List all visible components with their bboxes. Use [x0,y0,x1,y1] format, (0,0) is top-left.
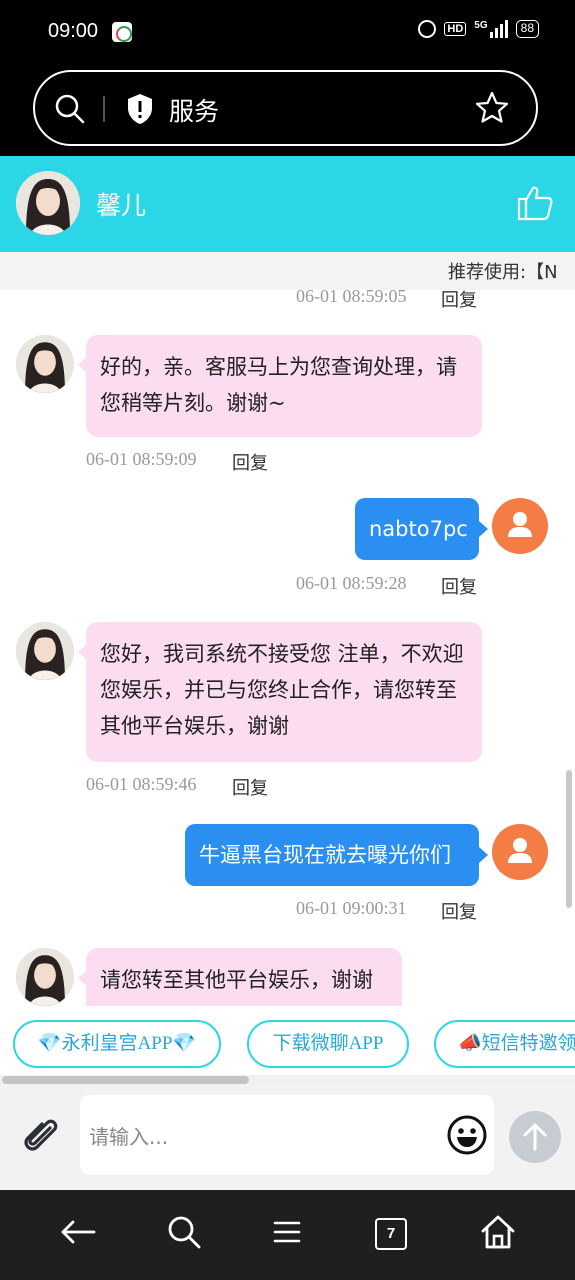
tabs-button[interactable]: 7 [375,1218,407,1250]
signal-icon [489,20,508,38]
status-indicators: HD 5G 88 [418,20,539,38]
reply-link[interactable]: 回复 [441,898,477,924]
notice-text: 推荐使用:【N [448,262,558,283]
quick-links-bar: 💎永利皇宫APP💎 下载微聊APP 📣短信特邀领 [0,1006,575,1084]
message-input-area: 请输入... [0,1085,575,1190]
message-input[interactable]: 请输入... [80,1095,494,1175]
send-button[interactable] [509,1111,561,1163]
shield-icon[interactable] [125,92,155,130]
agent-name: 馨儿 [96,191,147,220]
quick-link-button[interactable]: 📣短信特邀领 [434,1020,575,1068]
status-time: 09:00 [48,20,99,42]
user-avatar [492,824,548,880]
agent-message-bubble: 您好，我司系统不接受您 注单，不欢迎您娱乐，并已与您终止合作，请您转至其他平台娱… [78,622,482,762]
user-avatar [492,498,548,554]
alarm-icon [418,20,437,38]
star-icon[interactable] [474,90,510,130]
browser-bar: 服务 [0,64,575,156]
agent-message-avatar [16,335,74,393]
quick-links-scrollbar[interactable] [2,1076,249,1084]
message-time: 06-01 08:59:09 [86,449,197,469]
address-divider [103,96,105,122]
emoji-icon[interactable] [446,1114,488,1160]
reply-link[interactable]: 回复 [441,290,477,312]
agent-message-bubble: 好的，亲。客服马上为您查询处理，请您稍等片刻。谢谢~ [78,335,482,437]
agent-avatar[interactable] [16,171,80,235]
back-arrow-icon[interactable] [58,1212,98,1256]
paperclip-icon[interactable] [20,1115,62,1161]
reply-link[interactable]: 回复 [441,573,477,599]
agent-message-avatar [16,948,74,1006]
network-label: 5G [474,19,488,31]
quick-link-button[interactable]: 下载微聊APP [247,1020,409,1068]
message-time: 06-01 08:59:05 [296,290,407,306]
home-icon[interactable] [478,1212,518,1256]
menu-icon[interactable] [268,1212,308,1256]
message-time: 06-01 08:59:28 [296,573,407,593]
user-message-bubble: 牛逼黑台现在就去曝光你们 [185,824,488,886]
search-icon[interactable] [53,92,87,130]
address-bar[interactable]: 服务 [33,70,538,146]
thumbs-up-icon[interactable] [517,184,553,226]
quick-link-button[interactable]: 💎永利皇宫APP💎 [13,1020,221,1068]
browser-nav-bar: 7 [0,1190,575,1280]
agent-message-avatar [16,622,74,680]
battery-indicator: 88 [515,20,539,38]
search-icon[interactable] [164,1212,204,1256]
address-text[interactable]: 服务 [169,92,219,128]
chat-messages[interactable]: 06-01 08:59:05 回复 好的，亲。客服马上为您查询处理，请您稍等片刻… [0,290,575,1006]
chat-header: 馨儿 [0,156,575,252]
chat-scrollbar[interactable] [566,770,572,908]
hd-badge: HD [444,22,467,36]
reply-link[interactable]: 回复 [232,449,268,475]
china-mobile-icon [112,22,132,42]
input-placeholder: 请输入... [89,1125,169,1149]
message-time: 06-01 09:00:31 [296,898,407,918]
status-bar: 09:00 HD 5G 88 [0,0,575,64]
agent-message-bubble: 请您转至其他平台娱乐，谢谢 [78,948,402,1006]
message-time: 06-01 08:59:46 [86,774,197,794]
reply-link[interactable]: 回复 [232,774,268,800]
notice-marquee: 推荐使用:【N [0,252,575,290]
user-message-bubble: nabto7pc [355,498,488,560]
